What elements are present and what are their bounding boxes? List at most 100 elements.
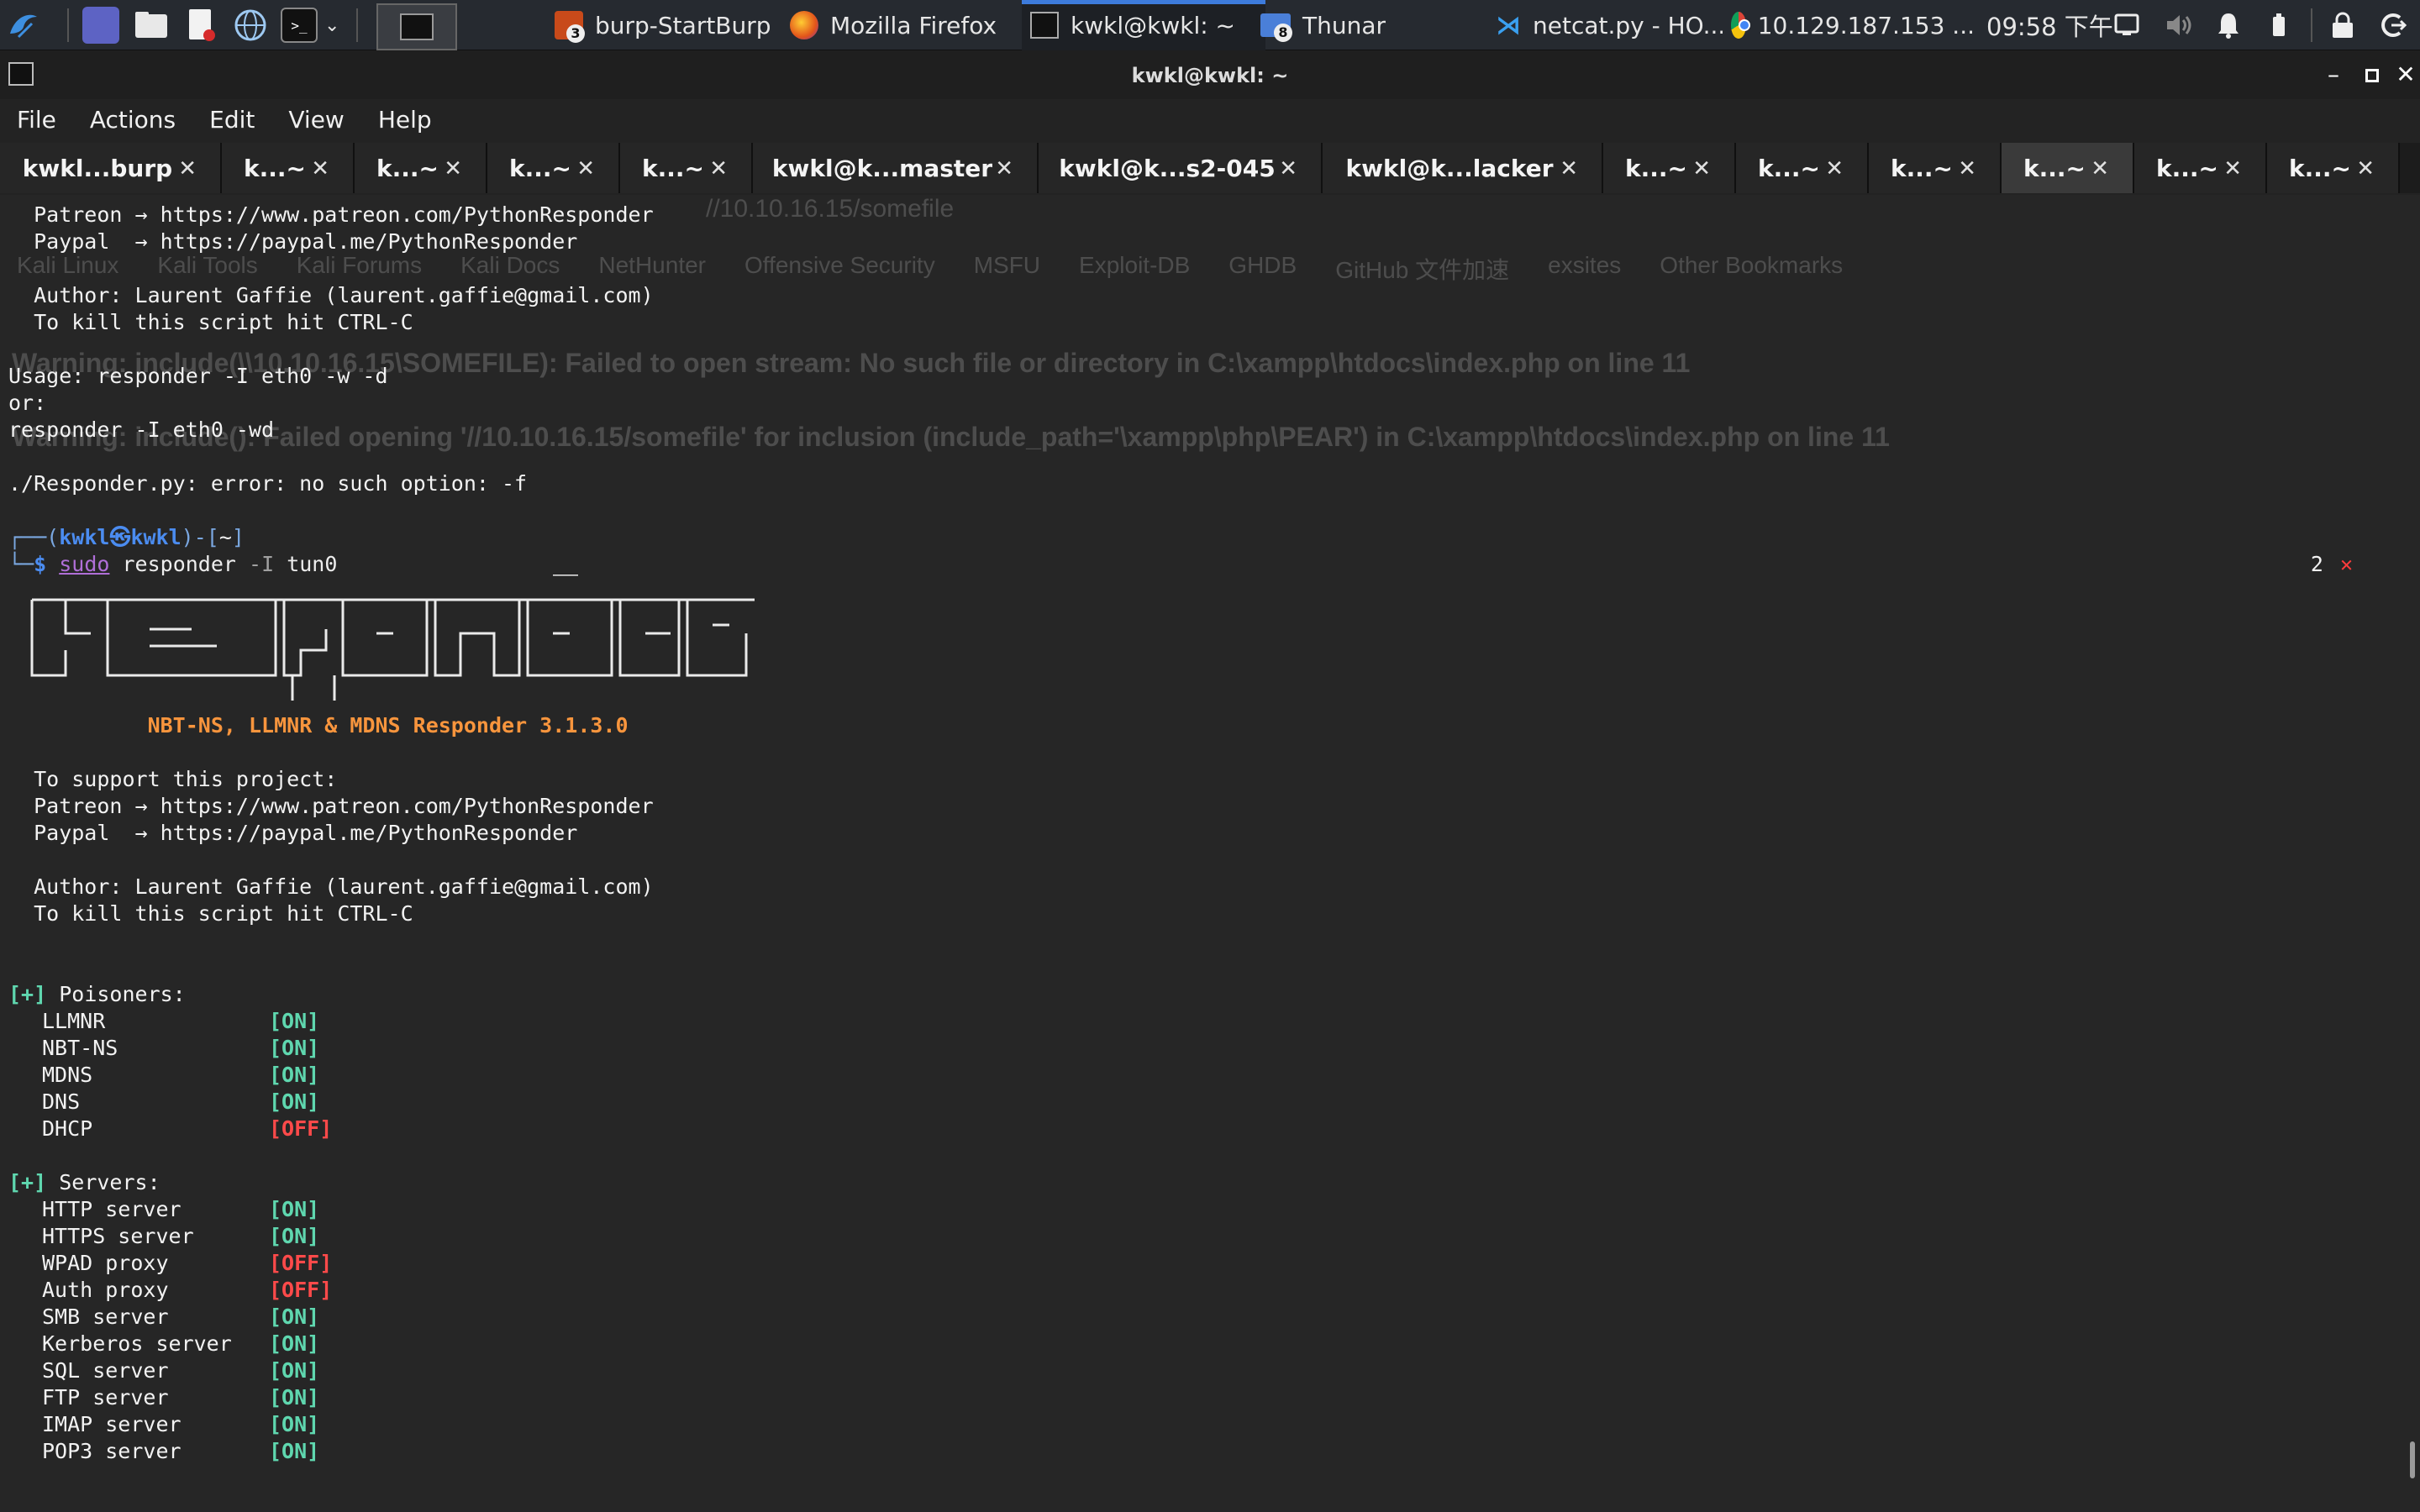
tab-close-icon[interactable]: ✕	[1958, 156, 1976, 181]
terminal-tab[interactable]: k...~ ✕	[222, 143, 355, 193]
setting-row: POP3 server [ON]	[8, 1438, 2395, 1465]
terminal-tab[interactable]: k...~ ✕	[1736, 143, 1869, 193]
close-icon[interactable]: ✕	[2391, 60, 2420, 89]
file-manager-launcher[interactable]	[133, 0, 170, 50]
tab-close-icon[interactable]: ✕	[709, 156, 728, 181]
task-chrome[interactable]: 10.129.187.153 ...	[1731, 0, 1975, 50]
terminal-tab[interactable]: kwkl@k...master ✕	[753, 143, 1039, 193]
tab-close-icon[interactable]: ✕	[178, 156, 197, 181]
terminal-tab[interactable]: kwkl...burp ✕	[0, 143, 222, 193]
clock[interactable]: 09:58 下午	[1986, 0, 2113, 50]
support-line: To kill this script hit CTRL-C	[8, 901, 413, 926]
terminal-tab[interactable]: k...~ ✕	[620, 143, 753, 193]
menu-actions[interactable]: Actions	[73, 106, 192, 134]
tab-close-icon[interactable]: ✕	[1825, 156, 1844, 181]
window-titlebar[interactable]: kwkl@kwkl: ~ – ✕	[0, 50, 2420, 99]
notification-bell-icon[interactable]	[2217, 0, 2240, 50]
workspace-thumb-icon	[400, 13, 434, 40]
volume-icon[interactable]	[2165, 0, 2193, 50]
prompt-at-icon: ㉿	[109, 525, 131, 549]
prompt-dir: ~	[218, 525, 232, 549]
terminal-tab[interactable]: k...~ ✕	[2002, 143, 2134, 193]
tab-close-icon[interactable]: ✕	[995, 156, 1013, 181]
state-on: [ON]	[269, 1197, 320, 1221]
tab-close-icon[interactable]: ✕	[444, 156, 462, 181]
support-line: Author: Laurent Gaffie (laurent.gaffie@g…	[8, 874, 654, 899]
prompt-frame: └─	[8, 552, 34, 576]
show-desktop-button[interactable]	[82, 0, 119, 50]
terminal-tab[interactable]: kwkl@k...s2-045 ✕	[1039, 143, 1323, 193]
setting-row: SMB server [ON]	[8, 1304, 2395, 1331]
tab-close-icon[interactable]: ✕	[1279, 156, 1297, 181]
terminal-icon: >_	[281, 8, 318, 43]
kali-menu-button[interactable]	[5, 0, 42, 50]
terminal-tab[interactable]: k...~ ✕	[1869, 143, 2002, 193]
terminal-launcher[interactable]: >_ ⌄	[281, 0, 339, 50]
support-line: Paypal → https://paypal.me/PythonRespond…	[8, 821, 578, 845]
exit-status: 2 ✕	[2311, 551, 2353, 578]
lock-screen-icon[interactable]	[2331, 0, 2354, 50]
setting-row: WPAD proxy [OFF]	[8, 1250, 2395, 1277]
state-off: [OFF]	[269, 1278, 333, 1302]
menu-help[interactable]: Help	[361, 106, 449, 134]
battery-icon[interactable]	[2270, 0, 2287, 50]
tab-close-icon[interactable]: ✕	[1560, 156, 1578, 181]
logout-icon[interactable]	[2378, 0, 2407, 50]
terminal-tab[interactable]: k...~ ✕	[355, 143, 487, 193]
globe-icon	[232, 7, 269, 44]
terminal-tab[interactable]: k...~ ✕	[1603, 143, 1736, 193]
terminal-view[interactable]: //10.10.16.15/somefile Kali Linux Kali To…	[0, 195, 2420, 1512]
workspace-switcher[interactable]	[376, 3, 457, 50]
prompt-dollar: $	[34, 552, 60, 576]
chevron-down-icon[interactable]: ⌄	[324, 15, 339, 36]
minimize-icon[interactable]: –	[2319, 60, 2348, 89]
maximize-icon[interactable]	[2358, 60, 2386, 89]
support-line: Patreon → https://www.patreon.com/Python…	[8, 794, 654, 818]
state-on: [ON]	[269, 1089, 320, 1114]
tab-close-icon[interactable]: ✕	[311, 156, 329, 181]
output-line: Patreon → https://www.patreon.com/Python…	[8, 202, 654, 227]
tab-close-icon[interactable]: ✕	[2223, 156, 2242, 181]
task-thunar[interactable]: 8 Thunar	[1260, 0, 1445, 50]
output-line: Usage: responder -I eth0 -w -d	[8, 364, 388, 388]
support-line	[8, 847, 2395, 874]
cmd-arg: tun0	[287, 552, 338, 576]
text-editor-launcher[interactable]	[183, 0, 220, 50]
menu-view[interactable]: View	[271, 106, 360, 134]
menu-file[interactable]: File	[0, 106, 73, 134]
task-terminal[interactable]: kwkl@kwkl: ~	[1022, 0, 1265, 50]
setting-row: DHCP [OFF]	[8, 1116, 2395, 1142]
text-editor-icon	[183, 7, 220, 44]
task-firefox[interactable]: Mozilla Firefox	[790, 0, 1017, 50]
terminal-scrollbar[interactable]	[2410, 1441, 2415, 1478]
state-off: [OFF]	[269, 1251, 333, 1275]
banner-title-line: NBT-NS, LLMNR & MDNS Responder 3.1.3.0	[8, 712, 2395, 739]
setting-name: DNS	[42, 1089, 81, 1114]
tab-close-icon[interactable]: ✕	[2356, 156, 2375, 181]
section-header: [+] Poisoners:	[8, 981, 2395, 1008]
browser-launcher[interactable]	[232, 0, 269, 50]
tab-close-icon[interactable]: ✕	[2091, 156, 2109, 181]
terminal-tab[interactable]: k...~ ✕	[2134, 143, 2267, 193]
setting-name: Kerberos server	[42, 1331, 232, 1356]
terminal-tab[interactable]: kwkl@k...lacker ✕	[1323, 143, 1603, 193]
terminal-tab[interactable]: k...~ ✕	[2267, 143, 2400, 193]
section-title: Poisoners:	[59, 982, 186, 1006]
menu-edit[interactable]: Edit	[192, 106, 271, 134]
tab-close-icon[interactable]: ✕	[1692, 156, 1711, 181]
display-icon[interactable]	[2114, 0, 2139, 50]
output-line: responder -I eth0 -wd	[8, 417, 275, 442]
setting-row: LLMNR [ON]	[8, 1008, 2395, 1035]
terminal-tab[interactable]: k...~ ✕	[487, 143, 620, 193]
tab-label: k...~	[2156, 154, 2218, 182]
tab-close-icon[interactable]: ✕	[576, 156, 595, 181]
state-on: [ON]	[269, 1305, 320, 1329]
firefox-icon	[790, 11, 818, 39]
setting-row: Auth proxy [OFF]	[8, 1277, 2395, 1304]
task-vscode[interactable]: ⋊ netcat.py - HO...	[1496, 0, 1723, 50]
task-burp[interactable]: 3 burp-StartBurp	[555, 0, 773, 50]
state-on: [ON]	[269, 1036, 320, 1060]
